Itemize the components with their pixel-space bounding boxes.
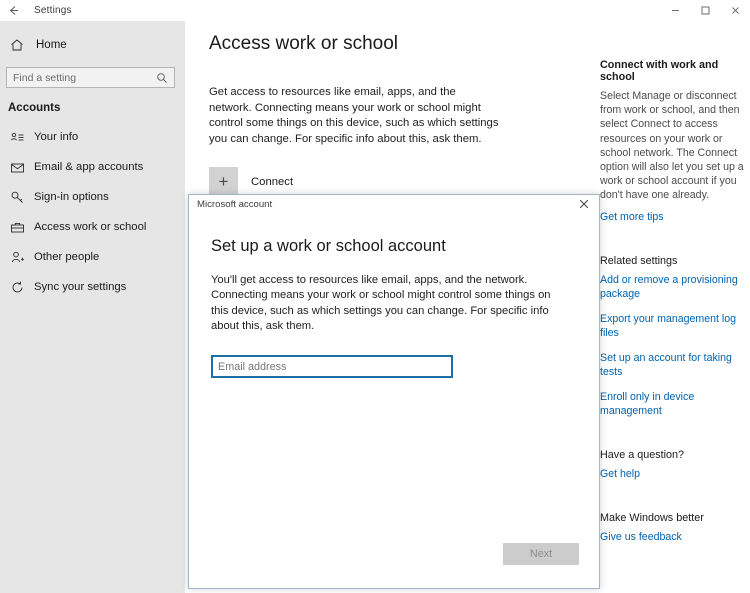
sidebar-item-other-people[interactable]: Other people <box>0 242 185 272</box>
key-icon <box>10 190 34 205</box>
sidebar-item-home[interactable]: Home <box>0 31 185 59</box>
related-link-account-taking-tests[interactable]: Set up an account for taking tests <box>600 351 744 379</box>
get-more-tips-link[interactable]: Get more tips <box>600 210 744 224</box>
sidebar-home-label: Home <box>36 39 67 51</box>
briefcase-icon <box>10 220 34 235</box>
sidebar-item-access-work-or-school[interactable]: Access work or school <box>0 212 185 242</box>
next-button[interactable]: Next <box>503 543 579 565</box>
microsoft-account-dialog: Microsoft account Set up a work or schoo… <box>188 194 600 589</box>
sidebar-item-sync-your-settings[interactable]: Sync your settings <box>0 272 185 302</box>
panel-spacer <box>600 235 744 255</box>
contact-card-icon <box>10 130 34 145</box>
sidebar-item-email-app-accounts[interactable]: Email & app accounts <box>0 152 185 182</box>
person-add-icon <box>10 250 34 265</box>
dialog-heading: Set up a work or school account <box>211 237 446 255</box>
minimize-button[interactable] <box>660 0 690 21</box>
sync-icon <box>10 280 34 295</box>
sidebar-item-label: Other people <box>34 251 100 263</box>
email-input[interactable] <box>218 360 446 373</box>
window-titlebar: Settings <box>0 0 750 21</box>
sidebar-item-your-info[interactable]: Your info <box>0 122 185 152</box>
have-a-question-heading: Have a question? <box>600 448 685 461</box>
sidebar-item-label: Access work or school <box>34 221 147 233</box>
make-windows-better-heading: Make Windows better <box>600 511 704 524</box>
window-title: Settings <box>34 5 72 16</box>
dialog-body: Set up a work or school account You'll g… <box>189 213 599 588</box>
connect-section-text: Select Manage or disconnect from work or… <box>600 90 744 202</box>
sidebar-item-label: Sync your settings <box>34 281 127 293</box>
close-button[interactable] <box>720 0 750 21</box>
sidebar: Home Accounts Your <box>0 21 185 593</box>
dialog-description: You'll get access to resources like emai… <box>211 274 551 332</box>
sidebar-group-title: Accounts <box>8 102 61 114</box>
sidebar-item-sign-in-options[interactable]: Sign-in options <box>0 182 185 212</box>
dialog-titlebar: Microsoft account <box>189 195 599 213</box>
home-icon <box>10 38 32 52</box>
search-box[interactable] <box>6 67 175 88</box>
page-description: Get access to resources like email, apps… <box>209 86 499 145</box>
search-icon <box>156 72 168 84</box>
connect-section-heading: Connect with work and school <box>600 59 719 83</box>
right-panel: Connect with work and school Select Mana… <box>598 21 750 593</box>
connect-button[interactable]: + Connect <box>209 167 580 196</box>
maximize-button[interactable] <box>690 0 720 21</box>
email-field[interactable] <box>211 355 453 379</box>
sidebar-item-label: Email & app accounts <box>34 161 144 173</box>
search-input[interactable] <box>13 71 156 84</box>
related-link-export-log-files[interactable]: Export your management log files <box>600 312 744 340</box>
give-us-feedback-link[interactable]: Give us feedback <box>600 530 744 544</box>
panel-spacer <box>600 492 744 512</box>
page-title: Access work or school <box>209 33 399 54</box>
settings-window: Settings Home Find a setting Accounts Yo… <box>0 0 750 593</box>
connect-label: Connect <box>251 175 294 188</box>
close-icon[interactable] <box>573 196 595 213</box>
related-link-provisioning-package[interactable]: Add or remove a provisioning package <box>600 273 744 301</box>
envelope-icon <box>10 160 34 175</box>
related-settings-heading: Related settings <box>600 254 678 267</box>
get-help-link[interactable]: Get help <box>600 467 744 481</box>
dialog-title: Microsoft account <box>197 198 273 210</box>
plus-icon: + <box>209 167 238 196</box>
sidebar-item-label: Sign-in options <box>34 191 109 203</box>
panel-spacer <box>600 429 744 449</box>
back-arrow-icon[interactable] <box>0 0 26 21</box>
sidebar-item-label: Your info <box>34 131 79 143</box>
related-link-enroll-device-management[interactable]: Enroll only in device management <box>600 390 744 418</box>
